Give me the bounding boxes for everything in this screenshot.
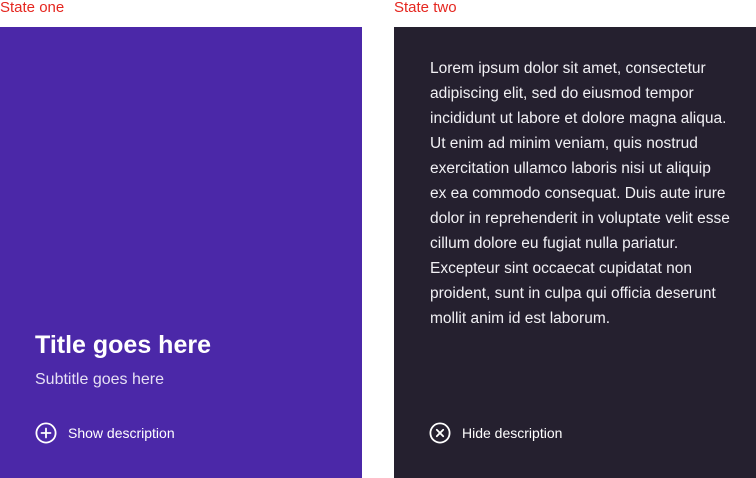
state-one-label: State one [0, 0, 65, 16]
card-subtitle: Subtitle goes here [35, 371, 164, 388]
card-title: Title goes here [35, 331, 211, 359]
card-expanded: Lorem ipsum dolor sit amet, consectetur … [394, 27, 756, 478]
show-description-label: Show description [68, 425, 175, 441]
hide-description-label: Hide description [462, 425, 563, 441]
plus-circle-icon [35, 422, 57, 444]
card-collapsed: Title goes here Subtitle goes here Show … [0, 27, 362, 478]
close-circle-icon [429, 422, 451, 444]
state-two-label: State two [394, 0, 457, 16]
hide-description-button[interactable]: Hide description [429, 422, 562, 444]
show-description-button[interactable]: Show description [35, 422, 175, 444]
card-description: Lorem ipsum dolor sit amet, consectetur … [430, 60, 730, 327]
